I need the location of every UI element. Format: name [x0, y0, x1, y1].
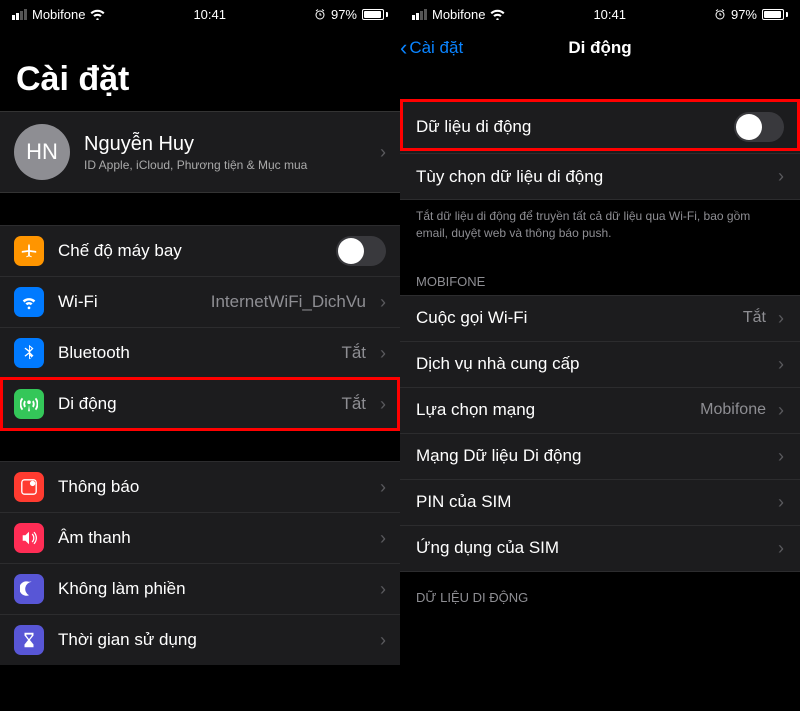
cellular-row[interactable]: Di động Tắt ›	[0, 379, 400, 429]
chevron-left-icon: ‹	[400, 37, 407, 59]
dnd-row[interactable]: Không làm phiền ›	[0, 564, 400, 615]
airplane-label: Chế độ máy bay	[58, 241, 322, 261]
cellular-settings-screen: Mobifone 10:41 97% ‹ Cài đặt Di động Dữ …	[400, 0, 800, 711]
settings-group-alerts: Thông báo › Âm thanh › Không làm phiền ›…	[0, 461, 400, 665]
chevron-right-icon: ›	[380, 528, 386, 549]
wifi-calling-row[interactable]: Cuộc gọi Wi-Fi Tắt ›	[400, 296, 800, 342]
wifi-row[interactable]: Wi-Fi InternetWiFi_DichVu ›	[0, 277, 400, 328]
profile-subtitle: ID Apple, iCloud, Phương tiện & Mục mua	[84, 158, 366, 172]
signal-icon	[12, 9, 27, 20]
network-select-row[interactable]: Lựa chọn mạng Mobifone ›	[400, 388, 800, 434]
settings-main-screen: Mobifone 10:41 97% Cài đặt HN Nguyễn Huy…	[0, 0, 400, 711]
status-time: 10:41	[193, 7, 226, 22]
battery-icon	[762, 9, 788, 20]
cellular-value: Tắt	[341, 394, 366, 414]
cellular-label: Di động	[58, 394, 327, 414]
status-bar: Mobifone 10:41 97%	[0, 0, 400, 28]
settings-group-connectivity: Chế độ máy bay Wi-Fi InternetWiFi_DichVu…	[0, 225, 400, 429]
section-header-data: DỮ LIỆU DI ĐỘNG	[400, 572, 800, 611]
bluetooth-label: Bluetooth	[58, 343, 327, 363]
wifi-settings-icon	[14, 287, 44, 317]
carrier-group: Cuộc gọi Wi-Fi Tắt › Dịch vụ nhà cung cấ…	[400, 295, 800, 572]
bluetooth-icon	[14, 338, 44, 368]
alarm-icon	[714, 8, 726, 20]
screentime-label: Thời gian sử dụng	[58, 630, 366, 650]
nav-bar: ‹ Cài đặt Di động	[400, 28, 800, 68]
sounds-label: Âm thanh	[58, 528, 366, 548]
nav-title: Di động	[568, 38, 631, 58]
chevron-right-icon: ›	[778, 354, 784, 375]
chevron-right-icon: ›	[778, 446, 784, 467]
wifi-label: Wi-Fi	[58, 292, 197, 312]
wifi-value: InternetWiFi_DichVu	[211, 292, 366, 312]
chevron-right-icon: ›	[778, 400, 784, 421]
battery-pct: 97%	[331, 7, 357, 22]
carrier-label: Mobifone	[32, 7, 85, 22]
bluetooth-value: Tắt	[341, 343, 366, 363]
cellular-data-label: Dữ liệu di động	[416, 117, 722, 137]
airplane-toggle[interactable]	[336, 236, 386, 266]
profile-name: Nguyễn Huy	[84, 133, 366, 156]
chevron-right-icon: ›	[778, 308, 784, 329]
notifications-row[interactable]: Thông báo ›	[0, 462, 400, 513]
chevron-right-icon: ›	[778, 538, 784, 559]
status-bar: Mobifone 10:41 97%	[400, 0, 800, 28]
moon-icon	[14, 574, 44, 604]
bluetooth-row[interactable]: Bluetooth Tắt ›	[0, 328, 400, 379]
network-select-value: Mobifone	[700, 401, 766, 419]
back-button[interactable]: ‹ Cài đặt	[400, 37, 463, 59]
back-label: Cài đặt	[409, 38, 463, 58]
wifi-icon	[90, 8, 105, 20]
status-time: 10:41	[593, 7, 626, 22]
dnd-label: Không làm phiền	[58, 579, 366, 599]
chevron-right-icon: ›	[380, 394, 386, 415]
chevron-right-icon: ›	[778, 166, 784, 187]
battery-pct: 97%	[731, 7, 757, 22]
airplane-row[interactable]: Chế độ máy bay	[0, 226, 400, 277]
data-options-row[interactable]: Tùy chọn dữ liệu di động ›	[400, 154, 800, 200]
page-title: Cài đặt	[0, 28, 400, 111]
hourglass-icon	[14, 625, 44, 655]
cellular-data-group: Dữ liệu di động Tùy chọn dữ liệu di động…	[400, 100, 800, 200]
chevron-right-icon: ›	[380, 477, 386, 498]
signal-icon	[412, 9, 427, 20]
data-options-label: Tùy chọn dữ liệu di động	[416, 167, 766, 187]
network-select-label: Lựa chọn mạng	[416, 400, 688, 420]
notifications-icon	[14, 472, 44, 502]
alarm-icon	[314, 8, 326, 20]
profile-row[interactable]: HN Nguyễn Huy ID Apple, iCloud, Phương t…	[0, 111, 400, 193]
chevron-right-icon: ›	[380, 292, 386, 313]
cellular-data-row[interactable]: Dữ liệu di động	[400, 101, 800, 154]
battery-icon	[362, 9, 388, 20]
airplane-icon	[14, 236, 44, 266]
chevron-right-icon: ›	[778, 492, 784, 513]
section-header-carrier: MOBIFONE	[400, 256, 800, 295]
avatar: HN	[14, 124, 70, 180]
screentime-row[interactable]: Thời gian sử dụng ›	[0, 615, 400, 665]
cellular-data-toggle[interactable]	[734, 112, 784, 142]
wifi-calling-label: Cuộc gọi Wi-Fi	[416, 308, 731, 328]
cellular-network-row[interactable]: Mạng Dữ liệu Di động ›	[400, 434, 800, 480]
sim-pin-row[interactable]: PIN của SIM ›	[400, 480, 800, 526]
sim-apps-row[interactable]: Ứng dụng của SIM ›	[400, 526, 800, 572]
sounds-row[interactable]: Âm thanh ›	[0, 513, 400, 564]
sim-apps-label: Ứng dụng của SIM	[416, 538, 766, 558]
cellular-icon	[14, 389, 44, 419]
notifications-label: Thông báo	[58, 477, 366, 497]
cellular-network-label: Mạng Dữ liệu Di động	[416, 446, 766, 466]
chevron-right-icon: ›	[380, 630, 386, 651]
footer-text: Tắt dữ liệu di động để truyền tất cả dữ …	[400, 200, 800, 256]
carrier-services-label: Dịch vụ nhà cung cấp	[416, 354, 766, 374]
chevron-right-icon: ›	[380, 579, 386, 600]
wifi-icon	[490, 8, 505, 20]
carrier-label: Mobifone	[432, 7, 485, 22]
sim-pin-label: PIN của SIM	[416, 492, 766, 512]
chevron-right-icon: ›	[380, 142, 386, 163]
carrier-services-row[interactable]: Dịch vụ nhà cung cấp ›	[400, 342, 800, 388]
wifi-calling-value: Tắt	[743, 309, 766, 327]
sounds-icon	[14, 523, 44, 553]
chevron-right-icon: ›	[380, 343, 386, 364]
